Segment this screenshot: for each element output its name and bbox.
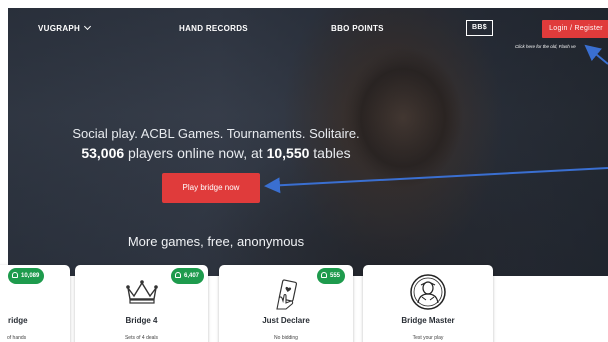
card-title: Bridge Master (401, 316, 455, 325)
nav-vugraph[interactable]: VUGRAPH (38, 22, 92, 33)
card-subtitle: No bidding (274, 335, 298, 341)
players-badge-count: 10,089 (21, 273, 40, 279)
hand-card-icon (271, 279, 301, 316)
top-nav: VUGRAPH HAND RECORDS BBO POINTS BB$ Logi… (8, 18, 608, 40)
card-title: Bridge 4 (125, 316, 158, 325)
person-icon (174, 272, 181, 278)
hero-headline: Social play. ACBL Games. Tournaments. So… (72, 126, 360, 141)
login-register-button[interactable]: Login / Register (542, 20, 608, 38)
flash-version-link[interactable]: Click here for the old, Flash ve (515, 44, 576, 49)
nav-hand-records[interactable]: HAND RECORDS (179, 24, 248, 33)
game-card-bridge-4[interactable]: 6,407 Bridge 4 Sets of 4 deals (75, 265, 208, 342)
game-card-bridge-master[interactable]: Bridge Master Test your play (363, 265, 493, 342)
players-badge: 555 (316, 268, 345, 284)
person-icon (320, 272, 327, 278)
nav-bbo-points[interactable]: BBO POINTS (331, 24, 384, 33)
tables-count: 10,550 (266, 145, 310, 161)
card-subtitle: Test your play (412, 335, 444, 341)
game-card-bridge[interactable]: 10,089 ridge of hands (0, 265, 70, 342)
players-online-text: 53,006 players online now, at 10,550 tab… (8, 145, 424, 161)
master-portrait-icon (409, 273, 447, 316)
more-games-heading: More games, free, anonymous (127, 234, 305, 249)
tables-label: tables (313, 145, 351, 161)
nav-vugraph-label: VUGRAPH (38, 24, 81, 33)
game-card-just-declare[interactable]: 555 Just Declare No bidding (219, 265, 353, 342)
play-bridge-now-button[interactable]: Play bridge now (162, 173, 260, 203)
bbs-button[interactable]: BB$ (466, 20, 493, 36)
person-icon (12, 272, 18, 278)
players-badge-count: 6,407 (183, 273, 199, 279)
players-badge: 6,407 (170, 268, 204, 284)
players-badge: 10,089 (8, 268, 45, 284)
players-online-count: 53,006 (81, 145, 125, 161)
chevron-down-icon (84, 22, 92, 31)
card-subtitle: Sets of 4 deals (124, 335, 159, 341)
players-online-label: players online now, at (128, 145, 263, 161)
card-title: Just Declare (262, 316, 310, 325)
crown-icon (125, 279, 159, 310)
players-badge-count: 555 (329, 273, 340, 279)
